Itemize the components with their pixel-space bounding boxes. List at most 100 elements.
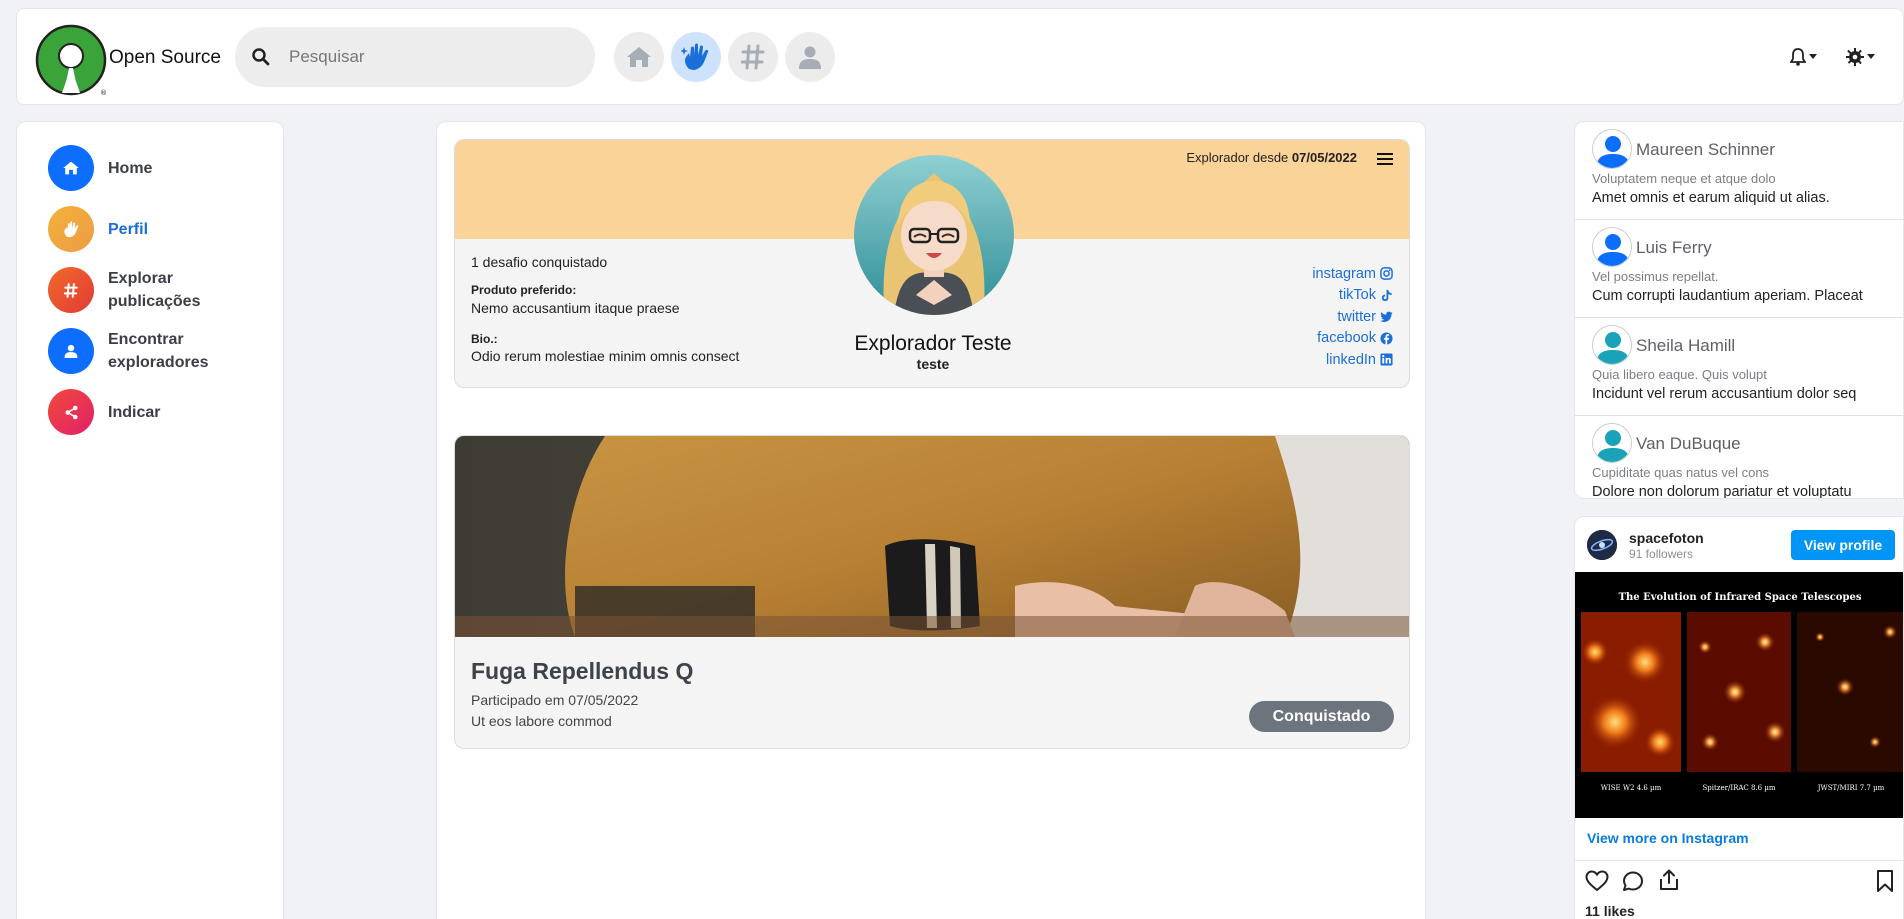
challenge-card[interactable]: Fuga Repellendus Q Participado em 07/05/… [454,435,1410,749]
sidebar-item-explore[interactable]: Explorar publicações [48,267,228,313]
instagram-profile-avatar[interactable] [1587,530,1617,560]
search-input[interactable] [289,41,579,73]
nav-home-button[interactable] [614,32,664,82]
challenges-count: 1 desafio conquistado [471,254,608,270]
instagram-link[interactable]: instagram [1312,263,1393,285]
bell-icon [1790,48,1806,66]
tiktok-link[interactable]: tikTok [1312,285,1393,307]
avatar [1592,129,1632,169]
favorite-product-label: Produto preferido: [471,283,577,297]
avatar [1592,227,1632,267]
image-label: JWST/MIRI 7.7 µm [1817,784,1885,792]
nav-profile-button[interactable] [671,32,721,82]
contact-subtitle: Vel possimus repellat. [1592,269,1719,284]
member-since: Explorador desde 07/05/2022 [1186,150,1357,165]
contact-name: Sheila Hamill [1636,336,1736,355]
contact-message: Cum corrupti laudantium aperiam. Placeat [1592,288,1863,304]
social-links: instagram tikTok twitter facebook linked… [1312,263,1393,371]
share-icon [48,389,94,435]
sidebar-item-refer[interactable]: Indicar [48,389,228,435]
list-item[interactable]: Sheila Hamill Quia libero eaque. Quis vo… [1575,318,1903,416]
challenge-image [455,436,1409,637]
divider [1575,860,1903,861]
twitter-icon [1380,311,1393,323]
hashtag-icon [741,44,765,70]
list-item[interactable]: Van DuBuque Cupiditate quas natus vel co… [1575,416,1903,499]
svg-text:®: ® [100,89,107,97]
profile-card: Explorador desde 07/05/2022 Explorador T… [454,139,1410,388]
search-bar[interactable] [235,27,595,87]
linkedin-icon [1380,353,1393,366]
bio-value: Odio rerum molestiae minim omnis consect [471,348,740,364]
share-icon[interactable] [1657,868,1681,892]
challenge-description: Ut eos labore commod [471,713,612,729]
view-profile-button[interactable]: View profile [1791,530,1895,560]
contact-subtitle: Voluptatem neque et atque dolo [1592,171,1776,186]
brand-name[interactable]: Open Source [109,47,221,69]
chevron-down-icon [1809,54,1817,59]
instagram-username[interactable]: spacefoton [1629,530,1704,546]
view-more-link[interactable]: View more on Instagram [1587,830,1749,846]
gear-icon [1846,48,1864,66]
home-icon [48,145,94,191]
profile-name: Explorador Teste [854,332,1012,355]
contact-message: Incidunt vel rerum accusantium dolor seq [1592,386,1857,402]
profile-avatar [854,155,1014,315]
open-source-logo[interactable]: ® [34,23,108,97]
sidebar-item-profile[interactable]: Perfil [48,206,228,252]
avatar [1592,423,1632,463]
challenge-title: Fuga Repellendus Q [471,658,694,684]
sidebar-item-home[interactable]: Home [48,145,228,191]
favorite-product-value: Nemo accusantium itaque praese [471,300,680,316]
hashtag-icon [48,267,94,313]
sidebar-item-find-explorers[interactable]: Encontrar exploradores [48,328,228,374]
image-label: WISE W2 4.6 µm [1601,784,1662,792]
contact-message: Dolore non dolorum pariatur et voluptatu [1592,484,1852,499]
likes-count: 11 likes [1585,903,1635,919]
contact-name: Van DuBuque [1636,434,1741,453]
sidebar-item-label: Perfil [108,220,149,238]
contact-name: Maureen Schinner [1636,140,1775,159]
contact-subtitle: Quia libero eaque. Quis volupt [1592,367,1767,382]
contact-subtitle: Cupiditate quas natus vel cons [1592,465,1770,480]
sidebar-item-label: Indicar [108,403,161,421]
image-title: The Evolution of Infrared Space Telescop… [1619,592,1862,603]
status-badge: Conquistado [1249,701,1394,732]
nav-explore-button[interactable] [728,32,778,82]
challenge-date: Participado em 07/05/2022 [471,692,639,708]
heart-icon[interactable] [1585,870,1609,892]
hamburger-menu-icon[interactable] [1377,152,1393,166]
instagram-icon [1380,267,1393,281]
facebook-icon [1380,332,1393,345]
instagram-embed: spacefoton 91 followers View profile The… [1574,516,1904,919]
list-item[interactable]: Luis Ferry Vel possimus repellat. Cum co… [1575,220,1903,318]
left-sidebar: Home Perfil Explorar publicações Encontr… [16,121,284,919]
list-item[interactable]: Maureen Schinner Voluptatem neque et atq… [1575,122,1903,220]
facebook-link[interactable]: facebook [1312,328,1393,350]
home-icon [627,47,651,67]
nav-users-button[interactable] [785,32,835,82]
profile-username: teste [916,356,950,372]
settings-dropdown[interactable] [1846,47,1875,67]
instagram-actions [1585,868,1895,894]
user-icon [799,46,821,69]
top-navbar: ® Open Source [16,8,1904,105]
hand-icon [48,206,94,252]
chevron-down-icon [1867,54,1875,59]
search-icon [252,48,270,66]
image-label: Spitzer/IRAC 8.6 µm [1702,784,1775,792]
user-icon [48,328,94,374]
sidebar-item-label: Home [108,159,153,177]
twitter-link[interactable]: twitter [1312,306,1393,328]
sidebar-item-label: Explorar publicações [108,270,201,310]
instagram-post-image[interactable]: The Evolution of Infrared Space Telescop… [1575,572,1903,818]
comment-icon[interactable] [1621,869,1645,893]
bookmark-icon[interactable] [1875,869,1895,893]
instagram-followers: 91 followers [1629,547,1694,561]
tiktok-icon [1381,289,1392,301]
sidebar-item-label: Encontrar exploradores [108,331,209,371]
contact-message: Amet omnis et earum aliquid ut alias. [1592,190,1830,206]
notifications-dropdown[interactable] [1790,47,1817,67]
avatar [1592,325,1632,365]
linkedin-link[interactable]: linkedIn [1312,349,1393,371]
